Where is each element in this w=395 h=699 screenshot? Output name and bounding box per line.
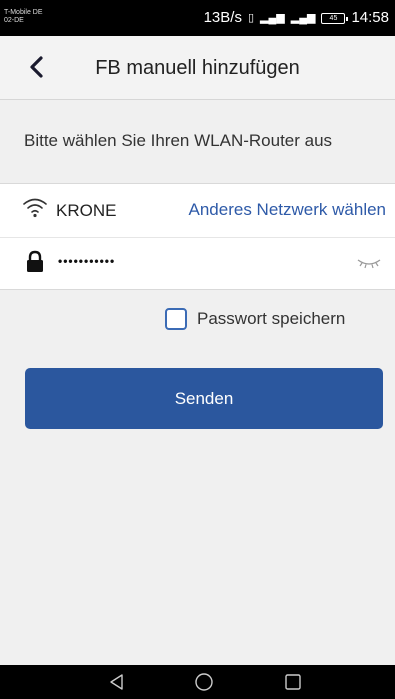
battery-icon: 45 — [321, 12, 349, 24]
save-password-row[interactable]: Passwort speichern — [165, 307, 345, 331]
save-password-label: Passwort speichern — [197, 309, 346, 328]
nav-recent-icon[interactable] — [283, 672, 303, 692]
system-nav-bar — [0, 665, 395, 699]
network-speed: 13B/s — [203, 9, 242, 26]
carrier-line-2: 02-DE — [4, 17, 24, 24]
app-bar: FB manuell hinzufügen — [0, 36, 395, 100]
wifi-icon — [22, 196, 48, 218]
status-indicators: 13B/s ▯ ▂▄▆ ▂▄▆ 45 14:58 — [204, 10, 389, 26]
choose-other-network-link[interactable]: Anderes Netzwerk wählen — [189, 200, 386, 220]
lock-icon — [26, 250, 44, 274]
eye-closed-icon[interactable] — [356, 256, 382, 270]
nav-back-icon[interactable] — [107, 672, 127, 692]
network-ssid: KRONE — [56, 201, 117, 220]
save-password-checkbox[interactable] — [165, 308, 187, 330]
network-row: KRONE Anderes Netzwerk wählen — [0, 183, 395, 238]
carrier-label: T-Mobile DE 02-DE — [4, 9, 43, 25]
nav-home-icon[interactable] — [194, 672, 214, 692]
clock: 14:58 — [351, 9, 389, 26]
page-title: FB manuell hinzufügen — [95, 57, 300, 79]
signal-icon-2: ▂▄▆ — [290, 12, 316, 24]
password-field[interactable]: ••••••••••• — [58, 254, 115, 268]
vibrate-icon: ▯ — [247, 12, 255, 24]
signal-icon-1: ▂▄▆ — [260, 12, 285, 24]
carrier-line-1: T-Mobile DE — [4, 9, 43, 16]
send-button[interactable]: Senden — [25, 368, 383, 429]
status-bar: T-Mobile DE 02-DE 13B/s ▯ ▂▄▆ ▂▄▆ 45 14:… — [0, 0, 395, 36]
password-row: ••••••••••• — [0, 238, 395, 290]
router-prompt: Bitte wählen Sie Ihren WLAN-Router aus — [24, 131, 333, 150]
